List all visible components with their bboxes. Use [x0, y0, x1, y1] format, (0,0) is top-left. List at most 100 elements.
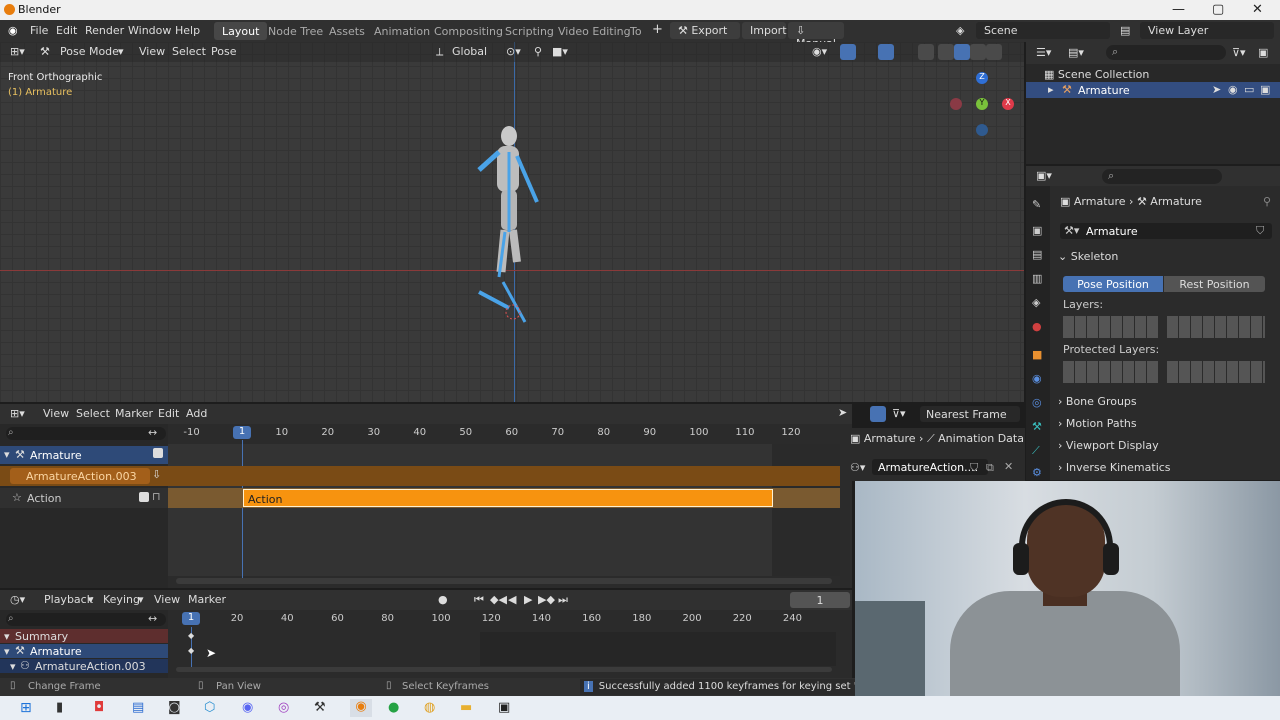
menu-edit[interactable]: Edit	[56, 24, 77, 37]
keyframe-marker-summary[interactable]: ◆	[188, 631, 194, 640]
nla-filter-icon[interactable]: ⊽▾	[892, 407, 906, 420]
pivot-icon[interactable]: ⊙▾	[506, 45, 521, 58]
timeline-view-menu[interactable]: View	[154, 593, 180, 606]
snap-icon[interactable]: ⚲	[534, 45, 542, 58]
xray-icon[interactable]	[918, 44, 934, 60]
outliner-armature-row[interactable]: ▸ ⚒ Armature ➤ ◉ ▭ ▣	[1026, 82, 1280, 98]
timeline-channel-swap-icon[interactable]: ↔	[148, 612, 157, 625]
scene-tab-icon[interactable]: ◈	[1032, 296, 1040, 309]
file-explorer-icon[interactable]: ▬	[460, 700, 472, 715]
timeline-armature-row[interactable]: ▾ ⚒ Armature	[0, 644, 168, 658]
view-layer-icon[interactable]: ▤	[1120, 24, 1130, 37]
nla-menu-edit[interactable]: Edit	[158, 407, 179, 420]
import-button[interactable]: Import	[742, 22, 787, 39]
mode-dropdown-icon[interactable]: ▾	[118, 45, 124, 58]
close-icon[interactable]: ✕	[1252, 2, 1263, 17]
bone-groups-panel[interactable]: › Bone Groups	[1058, 395, 1270, 415]
nla-menu-view[interactable]: View	[43, 407, 69, 420]
expand-icon[interactable]: ▸	[1048, 83, 1054, 96]
display-mode-icon[interactable]: ▤▾	[1068, 46, 1084, 59]
add-workspace-icon[interactable]: +	[652, 22, 663, 37]
rendered-shading-icon[interactable]	[986, 44, 1002, 60]
nla-frame-ruler[interactable]: -10 1 10 20 30 40 50 60 70 80 90 100 110 120	[168, 426, 840, 440]
windows-start-icon[interactable]: ⊞	[20, 700, 32, 716]
timeline-channel-search-input[interactable]: ⌕	[6, 613, 166, 626]
unlink-icon[interactable]: ✕	[1004, 460, 1013, 473]
keying-menu[interactable]: Keying	[103, 593, 140, 606]
bone-constraint-tab-icon[interactable]: ⚙	[1032, 466, 1042, 479]
whatsapp-icon[interactable]: ●	[388, 700, 399, 715]
menu-help[interactable]: Help	[175, 24, 200, 37]
app-icon-1[interactable]: ◘	[94, 700, 104, 715]
show-hidden-icon[interactable]	[870, 406, 886, 422]
filter-icon[interactable]: ⊽▾	[1232, 46, 1246, 59]
app-icon-2[interactable]: ▤	[132, 700, 144, 715]
task-view-icon[interactable]: ▮	[56, 700, 63, 715]
proportional-icon[interactable]: ■▾	[552, 45, 568, 58]
menu-window[interactable]: Window	[128, 24, 171, 37]
menu-select[interactable]: Select	[172, 45, 206, 58]
view-layer-field[interactable]: View Layer	[1140, 22, 1274, 39]
expand-icon[interactable]: ▾	[10, 660, 16, 673]
monitor-icon[interactable]: ▭	[1244, 83, 1254, 96]
keyframe-marker-armature[interactable]: ◆	[188, 646, 194, 655]
material-shading-icon[interactable]	[970, 44, 986, 60]
prev-keyframe-icon[interactable]: ◆◀	[490, 593, 507, 606]
inverse-kinematics-panel[interactable]: › Inverse Kinematics	[1058, 461, 1270, 481]
view-layer-tab-icon[interactable]: ▥	[1032, 272, 1042, 285]
motion-paths-panel[interactable]: › Motion Paths	[1058, 417, 1270, 437]
scene-icon[interactable]: ◈	[956, 24, 964, 37]
fake-user-icon[interactable]: ⛉	[1256, 224, 1264, 238]
gizmo-x-icon[interactable]: X	[1002, 98, 1014, 110]
nla-menu-marker[interactable]: Marker	[115, 407, 153, 420]
nla-track-lock-icon[interactable]: ⊓	[152, 490, 161, 503]
timeline-frame-ruler[interactable]: 1 20 40 60 80 100 120 140 160 180 200 220 240	[168, 612, 840, 626]
blender-taskbar-icon[interactable]: ◉	[350, 699, 372, 717]
menu-file[interactable]: File	[30, 24, 48, 37]
viewport-3d[interactable]: Front Orthographic (1) Armature Z Y X	[0, 42, 1024, 402]
app-icon-3[interactable]: ⬡	[204, 700, 215, 715]
rest-position-button[interactable]: Rest Position	[1164, 276, 1265, 292]
gizmo-y-icon[interactable]: Y	[976, 98, 988, 110]
output-tab-icon[interactable]: ▤	[1032, 248, 1042, 261]
discord-icon[interactable]: ◉	[242, 700, 253, 715]
gizmo-neg-z-icon[interactable]	[976, 124, 988, 136]
pin-icon[interactable]: ⚲	[1263, 195, 1271, 208]
wireframe-shading-icon[interactable]	[938, 44, 954, 60]
overlay-toggle-icon[interactable]	[878, 44, 894, 60]
export-button[interactable]: ⚒ Export	[670, 22, 740, 39]
gizmo-toggle-icon[interactable]	[840, 44, 856, 60]
menu-pose[interactable]: Pose	[211, 45, 236, 58]
nla-action-row[interactable]: ArmatureAction.003 ⇩	[0, 466, 840, 486]
timeline-action-row[interactable]: ▾ ⚇ ArmatureAction.003	[0, 659, 168, 673]
expand-icon[interactable]: ▾	[4, 630, 10, 643]
selectable-icon[interactable]: ➤	[1212, 83, 1221, 96]
outliner-search-input[interactable]: ⌕	[1106, 45, 1226, 60]
expand-icon[interactable]: ▾	[4, 645, 10, 658]
nla-horizontal-scrollbar[interactable]	[176, 578, 832, 584]
visibility-icon[interactable]: ◉▾	[812, 45, 827, 58]
gizmo-z-icon[interactable]: Z	[976, 72, 988, 84]
play-icon[interactable]: ▶	[524, 593, 532, 606]
nla-menu-select[interactable]: Select	[76, 407, 110, 420]
protected-layers-grid-left[interactable]	[1063, 361, 1159, 383]
manual-button[interactable]: ⇩ Manual	[788, 22, 844, 50]
nla-track-area[interactable]	[168, 444, 840, 576]
blender-menu-icon[interactable]: ◉	[8, 24, 18, 37]
nla-track-row[interactable]: ☆ Action ⊓ Action	[0, 488, 840, 508]
armature-data-field[interactable]: Armature ⚒▾ ⛉	[1060, 223, 1272, 239]
transform-orientation-select[interactable]: Global	[452, 45, 487, 58]
playback-menu[interactable]: Playback	[44, 593, 93, 606]
render-tab-icon[interactable]: ▣	[1032, 224, 1042, 237]
play-reverse-icon[interactable]: ◀	[508, 593, 516, 606]
navigation-gizmo[interactable]: Z Y X	[950, 72, 1014, 136]
jump-end-icon[interactable]: ⏭	[558, 593, 568, 607]
minimize-icon[interactable]: —	[1172, 2, 1185, 17]
camera-app-icon[interactable]: ◙	[168, 700, 181, 715]
app-icon-4[interactable]: ◎	[278, 700, 289, 715]
skeleton-panel-header[interactable]: ⌄ Skeleton	[1058, 250, 1270, 270]
snap-mode-select[interactable]: Nearest Frame	[920, 406, 1020, 422]
tool-tab-icon[interactable]: ✎	[1032, 198, 1041, 211]
timeline-summary-row[interactable]: ▾ Summary	[0, 629, 168, 643]
timeline-marker-menu[interactable]: Marker	[188, 593, 226, 606]
